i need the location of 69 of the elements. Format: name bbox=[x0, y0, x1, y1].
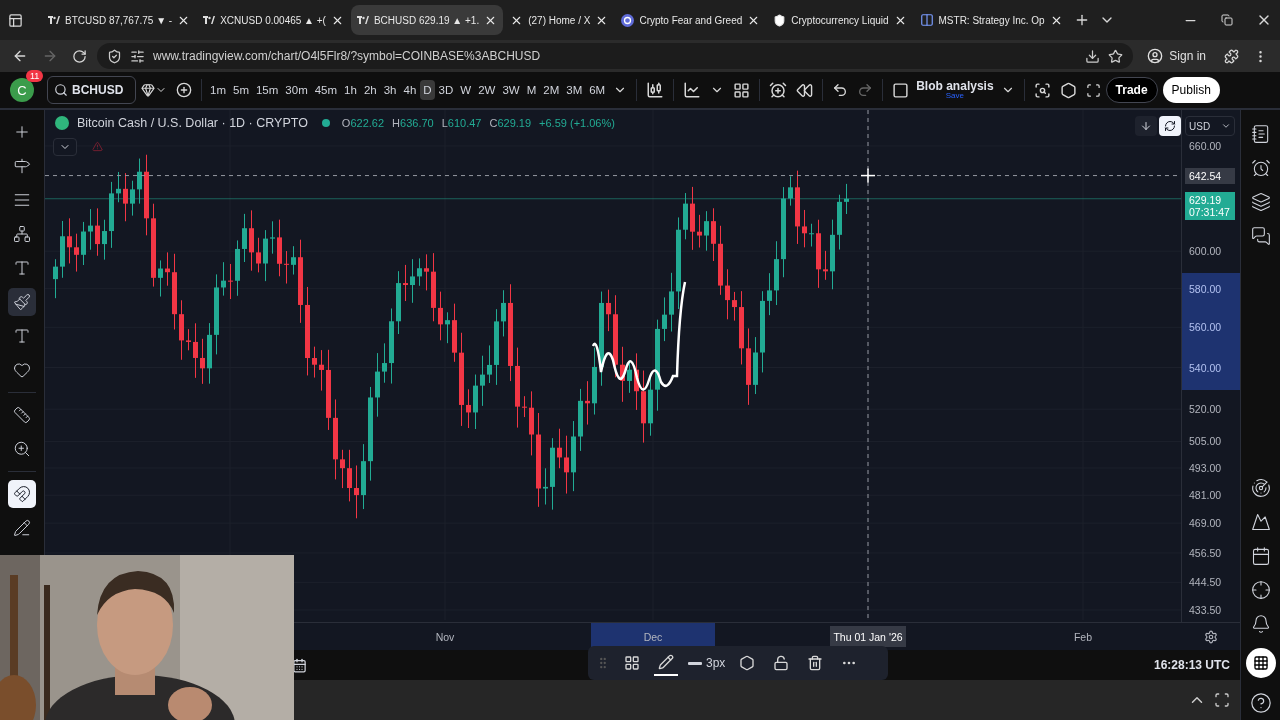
price-tick: 493.00 bbox=[1189, 462, 1222, 475]
month-label: Feb bbox=[1072, 629, 1094, 645]
price-tick: 433.50 bbox=[1189, 604, 1222, 617]
ohlc-value: C629.19 bbox=[489, 117, 532, 129]
interval-button[interactable]: 3h bbox=[380, 80, 400, 100]
tab-title: Crypto Fear and Greed bbox=[639, 14, 743, 26]
month-label: Nov bbox=[434, 629, 456, 645]
interval-button[interactable]: 6M bbox=[586, 80, 609, 100]
interval-button[interactable]: 3M bbox=[563, 80, 586, 100]
price-tick: 560.00 bbox=[1189, 321, 1222, 334]
browser-tab[interactable]: MSTR: Strategy Inc. Op bbox=[913, 5, 1069, 35]
interval-button[interactable]: 1h bbox=[341, 80, 360, 100]
interval-button[interactable]: 5m bbox=[230, 80, 252, 100]
price-tick: 456.50 bbox=[1189, 546, 1222, 559]
price-tick: 540.00 bbox=[1189, 361, 1222, 374]
interval-button[interactable]: 2W bbox=[475, 80, 499, 100]
layout-name[interactable]: Blob analysis bbox=[916, 80, 994, 92]
ohlc-value: H636.70 bbox=[392, 117, 434, 129]
interval-button[interactable]: 1m bbox=[207, 80, 229, 100]
tab-title: BCHUSD 629.19 ▲ +1. bbox=[373, 14, 480, 26]
interval-button[interactable]: M bbox=[523, 80, 540, 100]
crosshair-date: Thu 01 Jan '26 bbox=[830, 626, 906, 647]
crosshair-price: 642.54 bbox=[1185, 167, 1235, 184]
tab-title: Cryptocurrency Liquid bbox=[791, 14, 889, 26]
browser-tab[interactable]: BCHUSD 629.19 ▲ +1. bbox=[350, 5, 504, 35]
sign-in-button[interactable]: Sign in bbox=[1139, 48, 1214, 64]
symbol-title[interactable]: Bitcoin Cash / U.S. Dollar · 1D · CRYPTO bbox=[77, 116, 308, 130]
price-tick: 444.50 bbox=[1189, 576, 1222, 589]
symbol-search[interactable]: BCHUSD bbox=[47, 76, 136, 104]
browser-tab[interactable]: (27) Home / X bbox=[504, 5, 615, 35]
save-status: Save bbox=[945, 92, 964, 100]
price-change: +6.59 (+1.06%) bbox=[539, 117, 615, 129]
trade-button[interactable]: Trade bbox=[1105, 77, 1158, 103]
bar-countdown: 07:31:47 bbox=[1189, 205, 1231, 218]
tab-title: BTCUSD 87,767.75 ▼ - bbox=[65, 14, 173, 26]
price-tick: 481.00 bbox=[1189, 489, 1222, 502]
price-tick: 505.00 bbox=[1189, 435, 1222, 448]
ohlc-value: O622.62 bbox=[341, 117, 385, 129]
interval-button[interactable]: D bbox=[420, 80, 435, 100]
interval-button[interactable]: 4h bbox=[400, 80, 420, 100]
url-text: www.tradingview.com/chart/O4l5Flr8/?symbol=COINBASE%3ABCHUSD bbox=[153, 49, 542, 63]
price-tick: 580.00 bbox=[1189, 282, 1222, 295]
interval-button[interactable]: W bbox=[457, 80, 475, 100]
notification-count: 11 bbox=[26, 70, 44, 82]
interval-button[interactable]: 2h bbox=[360, 80, 380, 100]
tab-title: MSTR: Strategy Inc. Op bbox=[938, 14, 1045, 26]
price-tick: 469.00 bbox=[1189, 517, 1222, 530]
tab-title: (27) Home / X bbox=[528, 14, 591, 26]
interval-button[interactable]: 3D bbox=[435, 80, 457, 100]
browser-tab[interactable]: BTCUSD 87,767.75 ▼ - bbox=[42, 5, 197, 35]
currency-select[interactable]: USD bbox=[1185, 116, 1235, 136]
interval-button[interactable]: 45m bbox=[311, 80, 341, 100]
browser-tab[interactable]: Crypto Fear and Greed bbox=[615, 5, 767, 35]
address-bar[interactable]: www.tradingview.com/chart/O4l5Flr8/?symbol=COINBASE%3ABCHUSD bbox=[97, 43, 1134, 69]
interval-button[interactable]: 2M bbox=[540, 80, 563, 100]
clock: 16:28:13 UTC bbox=[1153, 658, 1230, 672]
ohlc-value: L610.47 bbox=[441, 117, 482, 129]
browser-tab[interactable]: Cryptocurrency Liquid bbox=[767, 5, 913, 35]
publish-button[interactable]: Publish bbox=[1162, 77, 1220, 103]
price-tick: 660.00 bbox=[1189, 139, 1222, 152]
tab-title: XCNUSD 0.00465 ▲ +( bbox=[220, 14, 326, 26]
line-width-button[interactable]: 3px bbox=[688, 656, 726, 670]
interval-button[interactable]: 3W bbox=[499, 80, 523, 100]
interval-button[interactable]: 30m bbox=[282, 80, 311, 100]
browser-tab[interactable]: XCNUSD 0.00465 ▲ +( bbox=[197, 5, 350, 35]
price-tick: 600.00 bbox=[1189, 245, 1222, 258]
price-tick: 520.00 bbox=[1189, 403, 1222, 416]
last-price: 629.19 bbox=[1189, 193, 1223, 206]
interval-button[interactable]: 15m bbox=[252, 80, 282, 100]
